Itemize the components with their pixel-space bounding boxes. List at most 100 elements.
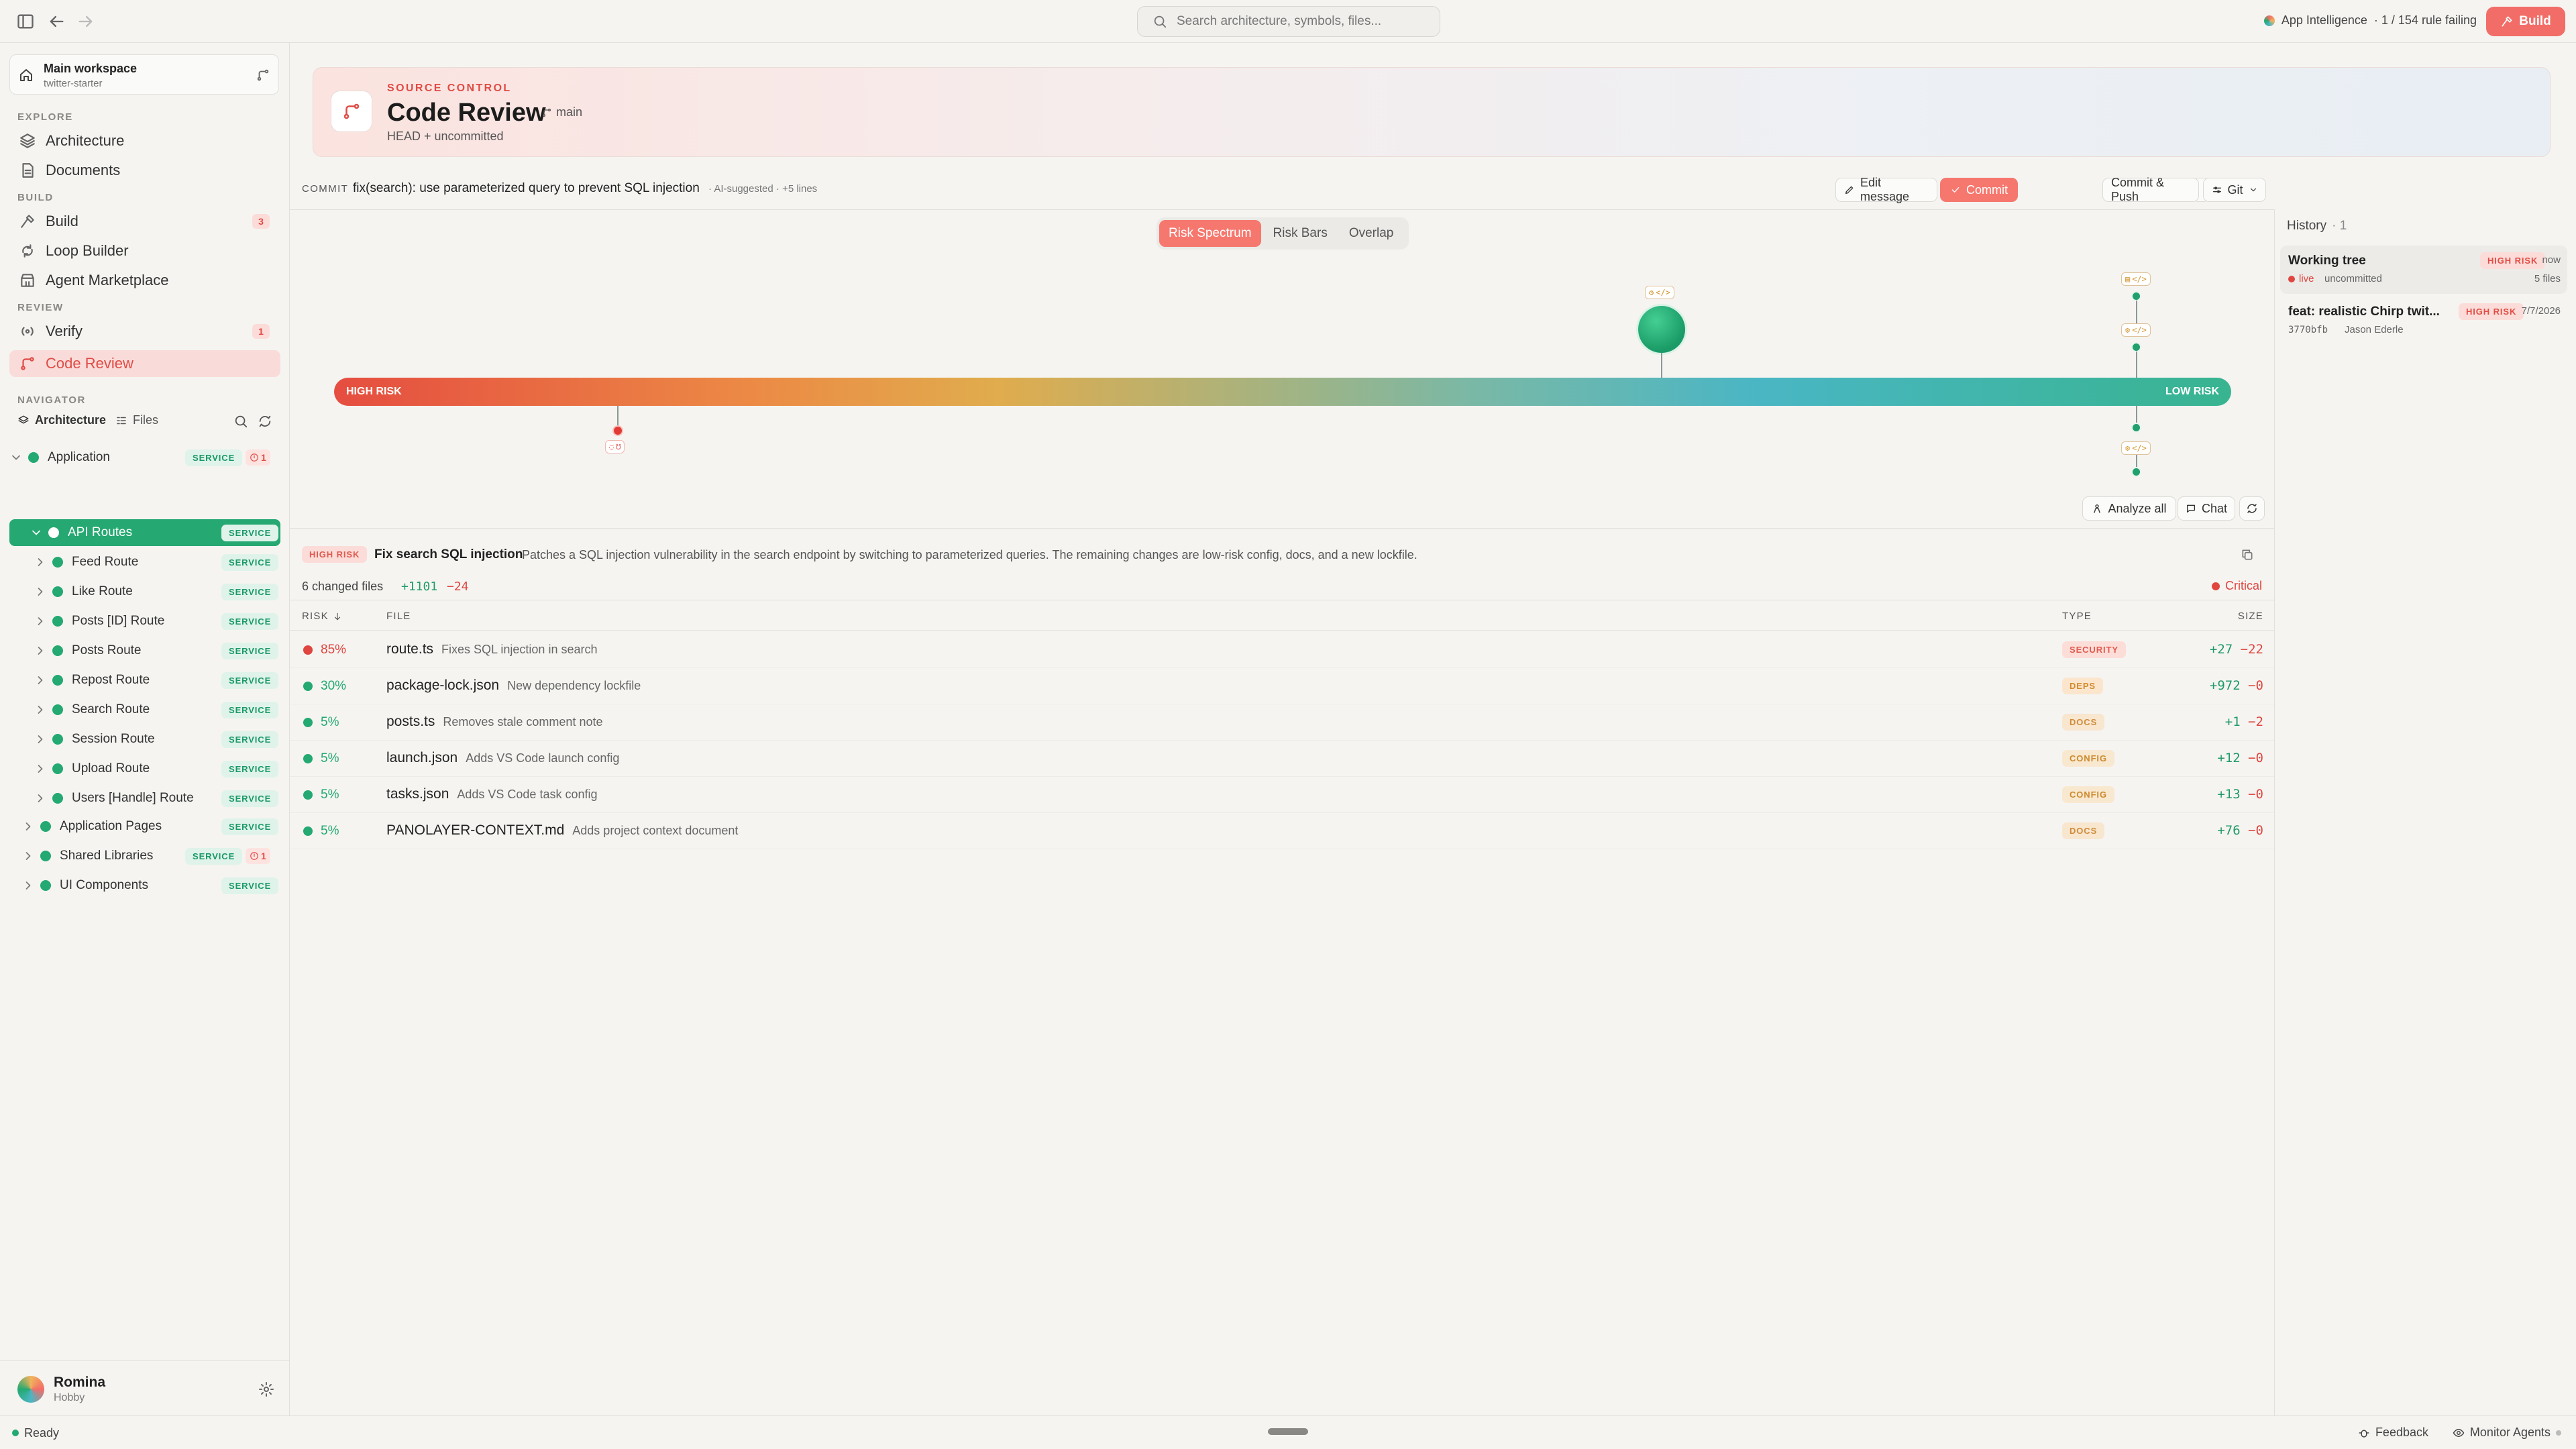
search-icon[interactable] [233,414,248,429]
tree-node-label: Posts [ID] Route [72,614,165,628]
page-title: Code Review [387,99,546,127]
config-chip[interactable]: ⚙ </> [2121,323,2151,337]
tree-node-route[interactable]: Posts Route SERVICE [34,637,280,664]
docs-chip[interactable]: ▤ </> [2121,272,2151,286]
tree-node-application-pages[interactable]: Application Pages SERVICE [21,813,280,840]
branch-tag[interactable]: main [541,105,582,119]
search-placeholder: Search architecture, symbols, files... [1177,14,1382,28]
refresh-button[interactable] [2239,496,2265,521]
column-risk[interactable]: RISK [302,610,342,622]
table-row[interactable]: 85% route.ts Fixes SQL injection in search… [290,632,2274,668]
refresh-icon[interactable] [258,414,272,429]
sidebar-item-documents[interactable]: Documents [9,157,280,184]
feedback-button[interactable]: Feedback [2358,1426,2428,1440]
copy-icon[interactable] [2241,548,2254,561]
tree-node-route[interactable]: Users [Handle] Route SERVICE [34,785,280,812]
file-name-cell: posts.ts Removes stale comment note [386,714,603,729]
table-row[interactable]: 5% posts.ts Removes stale comment note DOCS… [290,704,2274,741]
commit-bar: COMMIT fix(search): use parameterized qu… [290,172,2274,207]
risk-cell: 5% [303,715,339,730]
loop-icon [19,242,36,260]
branch-icon[interactable] [256,68,270,83]
refresh-icon [2246,502,2258,515]
tree-node-route[interactable]: Like Route SERVICE [34,578,280,605]
history-item-commit[interactable]: feat: realistic Chirp twit... HIGH RISK … [2280,297,2567,345]
sidebar-toggle-icon[interactable] [16,12,35,31]
tree-node-api-routes[interactable]: API Routes SERVICE [9,519,280,546]
tree-node-application[interactable]: Application SERVICE 1 [9,444,280,471]
commit-button[interactable]: Commit [1940,178,2018,202]
shield-icon: ◌ [609,442,614,451]
status-dot [48,527,59,538]
sidebar: Main workspace twitter-starter EXPLORE A… [0,43,290,1415]
table-row[interactable]: 5% launch.json Adds VS Code launch config C… [290,741,2274,777]
tree-node-route[interactable]: Upload Route SERVICE [34,755,280,782]
sidebar-item-code-review[interactable]: Code Review [9,350,280,377]
table-row[interactable]: 5% tasks.json Adds VS Code task config CONF… [290,777,2274,813]
search-input[interactable]: Search architecture, symbols, files... [1137,6,1440,37]
tree-node-ui-components[interactable]: UI Components SERVICE [21,872,280,899]
service-badge: SERVICE [221,584,279,600]
panel-resize-handle[interactable] [1268,1428,1308,1435]
risk-marker-low[interactable] [2131,467,2141,477]
commit-message[interactable]: fix(search): use parameterized query to … [353,181,700,196]
monitor-agents-button[interactable]: Monitor Agents [2453,1426,2561,1440]
person-icon [2092,503,2102,514]
risk-marker-low[interactable] [2131,342,2141,352]
file-type-chip[interactable]: ⚙ </> [1645,286,1674,299]
tree-node-route[interactable]: Repost Route SERVICE [34,667,280,694]
tree-node-label: Application Pages [60,819,162,833]
commit-hash: 3770bfb [2288,325,2328,335]
tree-node-label: Upload Route [72,761,150,775]
risk-marker-low[interactable] [2131,291,2141,301]
risk-marker-critical[interactable] [612,425,623,436]
type-badge: SECURITY [2062,641,2126,658]
tab-risk-spectrum[interactable]: Risk Spectrum [1159,220,1261,247]
sidebar-item-agent-marketplace[interactable]: Agent Marketplace [9,267,280,294]
tree-node-label: Shared Libraries [60,849,154,863]
workspace-switcher[interactable]: Main workspace twitter-starter [9,54,279,95]
app-intelligence-label: App Intelligence [2281,13,2367,27]
tree-node-route[interactable]: Session Route SERVICE [34,726,280,753]
risk-marker-stem [2136,352,2137,378]
git-menu-button[interactable]: Git [2203,178,2266,202]
tree-node-route[interactable]: Posts [ID] Route SERVICE [34,608,280,635]
sidebar-item-architecture[interactable]: Architecture [9,127,280,154]
risk-marker-stem [2136,301,2137,325]
tree-node-route[interactable]: Search Route SERVICE [34,696,280,723]
risk-cluster-node[interactable] [1638,306,1685,353]
analyze-all-button[interactable]: Analyze all [2082,496,2176,521]
tab-overlap[interactable]: Overlap [1340,220,1403,247]
security-chip[interactable]: ◌ ☋ [605,440,625,453]
forward-arrow-icon[interactable] [76,12,95,31]
gear-icon[interactable] [258,1381,274,1397]
back-arrow-icon[interactable] [47,12,66,31]
history-item-time: now [2542,254,2561,266]
status-ready: Ready [24,1426,60,1440]
file-description: New dependency lockfile [507,679,641,692]
user-profile[interactable]: Romina Hobby [0,1360,289,1415]
config-chip[interactable]: ⚙ </> [2121,441,2151,455]
table-row[interactable]: 30% package-lock.json New dependency lockf… [290,668,2274,704]
tab-risk-bars[interactable]: Risk Bars [1264,220,1337,247]
tree-node-route[interactable]: Feed Route SERVICE [34,549,280,576]
ready-dot [12,1430,19,1436]
sidebar-item-verify[interactable]: Verify 1 [9,318,280,345]
risk-marker-low[interactable] [2131,423,2141,433]
history-item-working-tree[interactable]: Working tree HIGH RISK now live uncommit… [2280,246,2567,294]
file-description: Fixes SQL injection in search [441,643,598,656]
commit-push-button[interactable]: Commit & Push [2102,176,2199,203]
sidebar-item-build[interactable]: Build 3 [9,208,280,235]
sidebar-item-loop-builder[interactable]: Loop Builder [9,237,280,264]
navigator-tab-files[interactable]: Files [115,413,158,427]
code-icon: </> [2132,325,2147,335]
tree-node-shared-libraries[interactable]: Shared Libraries SERVICE 1 [21,843,280,869]
table-row[interactable]: 5% PANOLAYER-CONTEXT.md Adds project conte… [290,813,2274,849]
status-dot [40,880,51,891]
edit-message-button[interactable]: Edit message [1835,176,1937,203]
risk-dot [303,718,313,727]
chat-button[interactable]: Chat [2178,496,2235,521]
build-button[interactable]: Build [2486,7,2565,36]
navigator-tab-architecture[interactable]: Architecture [17,413,106,427]
app-intelligence-status[interactable]: App Intelligence · 1 / 154 rule failing [2263,13,2477,28]
